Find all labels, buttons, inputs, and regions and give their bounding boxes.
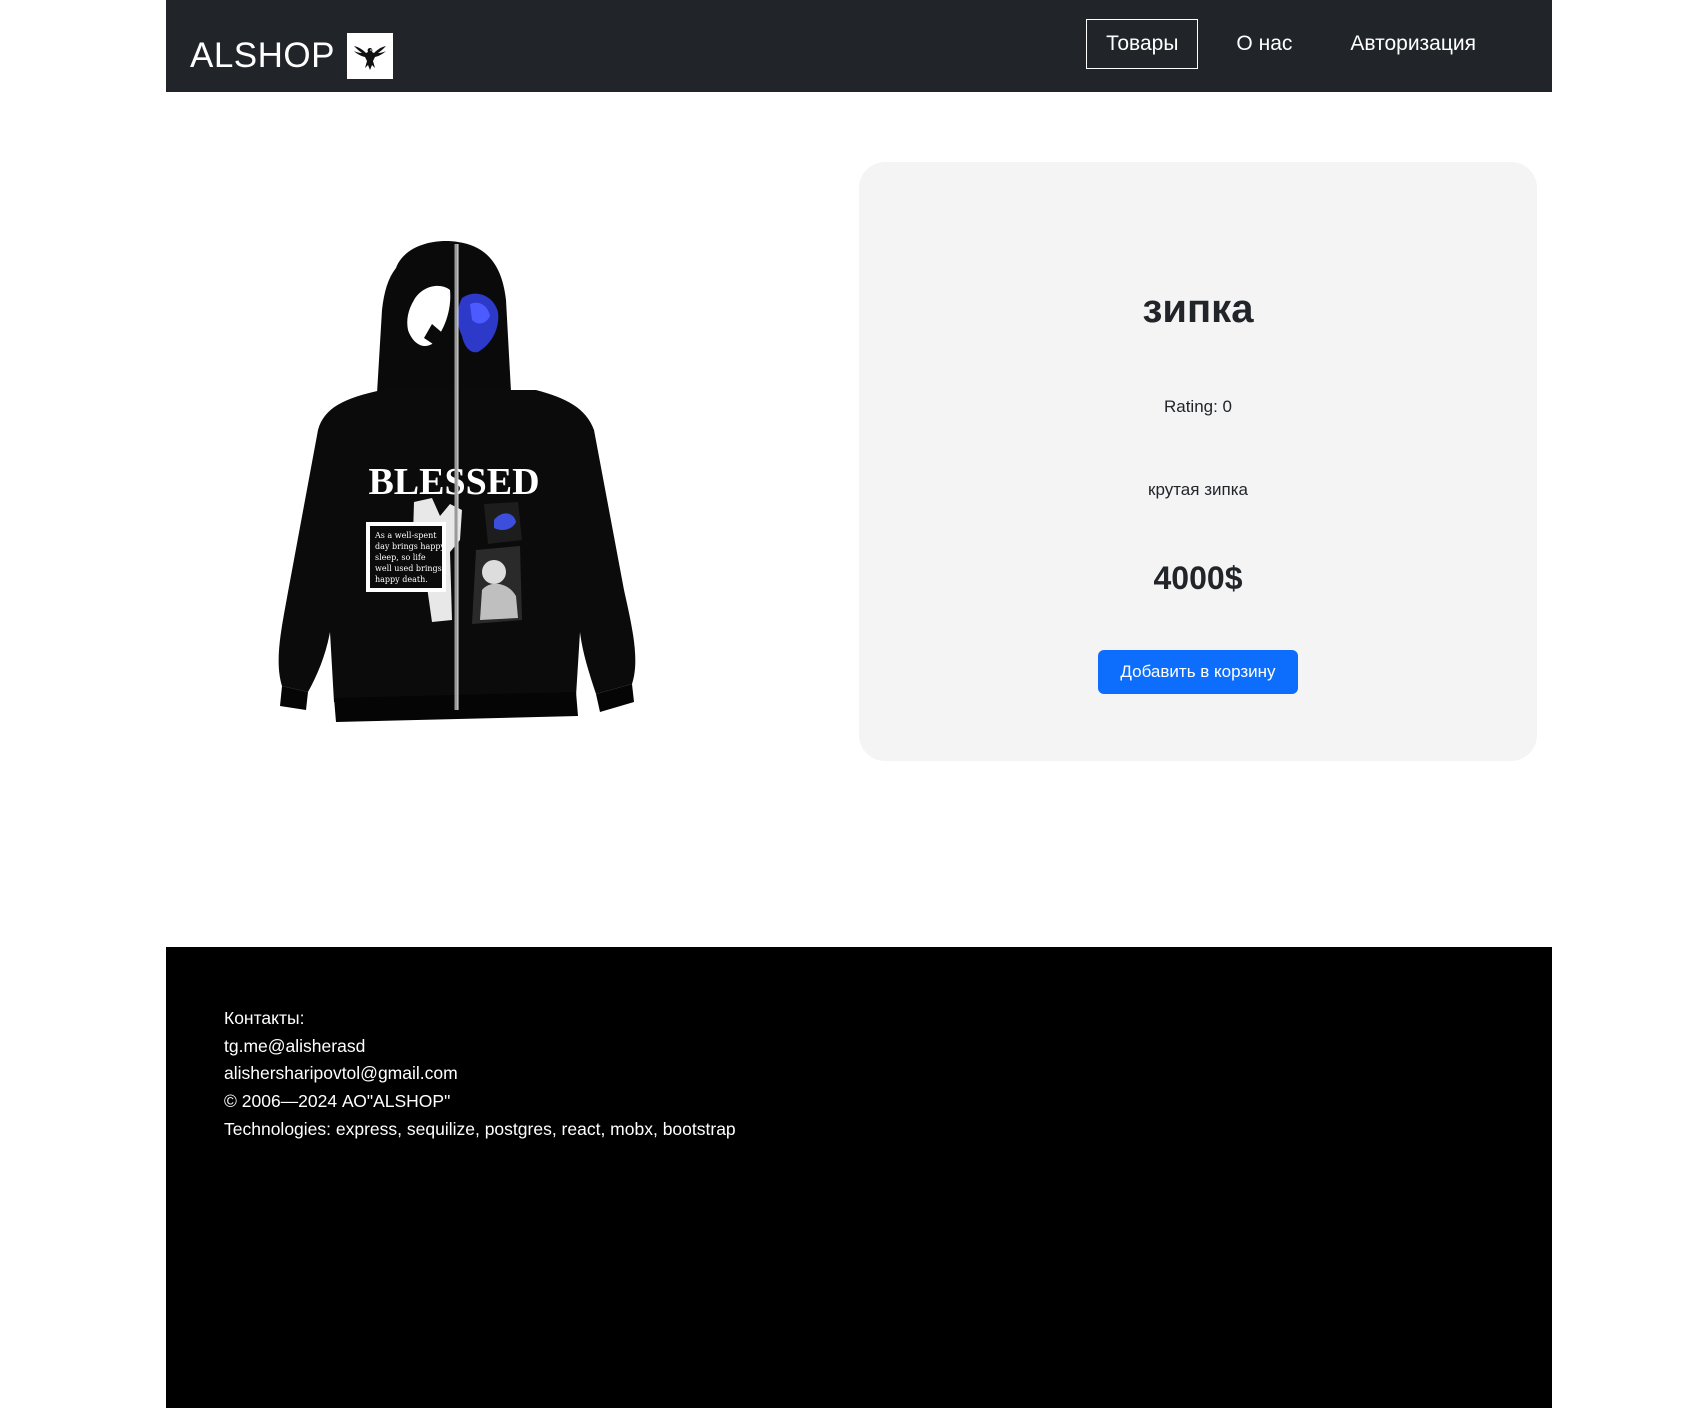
svg-text:well used brings: well used brings bbox=[375, 564, 442, 573]
svg-text:day brings happy: day brings happy bbox=[375, 542, 446, 551]
product-price: 4000$ bbox=[1153, 560, 1243, 596]
email-contact: alishersharipovtol@gmail.com bbox=[224, 1063, 458, 1084]
nav-link-about[interactable]: О нас bbox=[1216, 19, 1312, 69]
nav-link-products[interactable]: Товары bbox=[1086, 19, 1199, 69]
svg-text:sleep, so life: sleep, so life bbox=[375, 553, 426, 562]
product-rating: Rating: 0 bbox=[1163, 397, 1233, 416]
nav-links: Товары О нас Авторизация bbox=[1068, 19, 1496, 69]
copyright: © 2006—2024 АО"ALSHOP" bbox=[224, 1091, 451, 1112]
page: ALSHOP Товары О нас Авторизация BLESSED … bbox=[0, 0, 1700, 1408]
footer-contacts: Контакты: tg.me@alisherasd alishersharip… bbox=[224, 1005, 736, 1144]
brand-name: ALSHOP bbox=[190, 36, 335, 75]
brand-link[interactable]: ALSHOP bbox=[190, 32, 393, 80]
product-image: BLESSED As a well-spent day brings happy… bbox=[236, 240, 676, 740]
contacts-label: Контакты: bbox=[224, 1008, 305, 1028]
eagle-icon bbox=[347, 33, 393, 79]
nav-link-login[interactable]: Авторизация bbox=[1330, 19, 1496, 69]
svg-text:As a well-spent: As a well-spent bbox=[374, 531, 437, 540]
technologies: Technologies: express, sequilize, postgr… bbox=[224, 1118, 736, 1139]
footer: Контакты: tg.me@alisherasd alishersharip… bbox=[166, 947, 1552, 1408]
product-title: зипка bbox=[1142, 287, 1254, 331]
telegram-contact: tg.me@alisherasd bbox=[224, 1035, 366, 1056]
print-text: BLESSED bbox=[368, 461, 539, 503]
product-card: зипка Rating: 0 крутая зипка 4000$ Добав… bbox=[859, 162, 1537, 761]
navbar: ALSHOP Товары О нас Авторизация bbox=[166, 0, 1552, 92]
product-description: крутая зипка bbox=[1148, 480, 1248, 499]
add-to-cart-button[interactable]: Добавить в корзину bbox=[1098, 650, 1298, 694]
svg-text:happy death.: happy death. bbox=[375, 575, 428, 584]
